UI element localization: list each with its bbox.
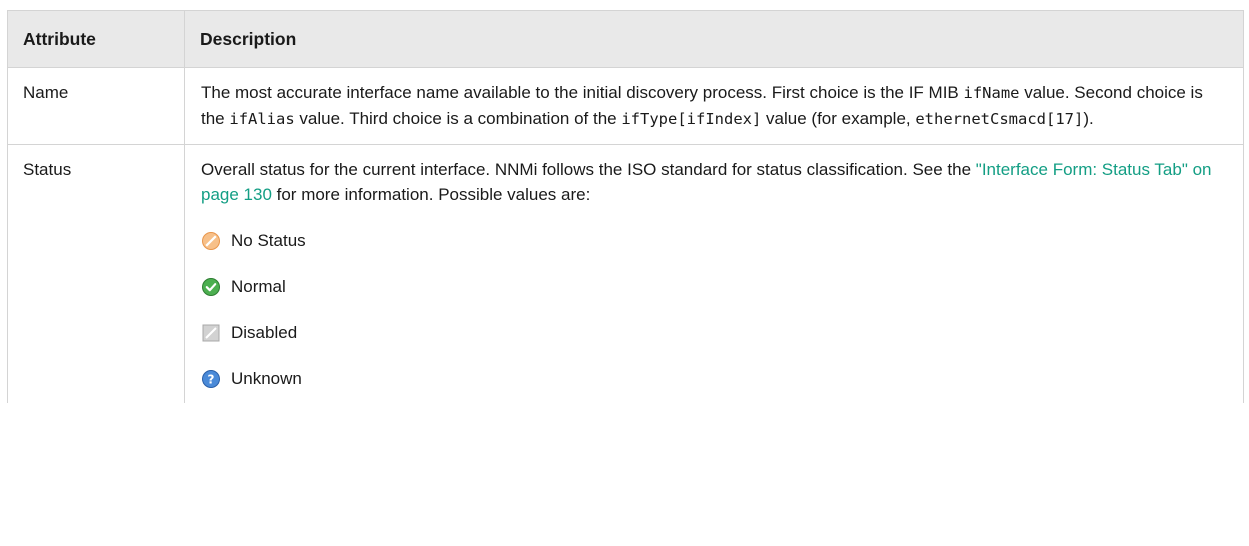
attribute-status-cell: Status: [7, 144, 185, 403]
text-span: ).: [1083, 109, 1094, 128]
code-ifalias: ifAlias: [229, 110, 295, 128]
table-row-name: Name The most accurate interface name av…: [7, 67, 1244, 145]
table-header-row: Attribute Description: [7, 10, 1244, 68]
status-value-disabled: Disabled: [201, 320, 1227, 345]
unknown-status-icon: ?: [201, 369, 221, 389]
status-label: Normal: [231, 277, 286, 296]
code-iftype: ifType[ifIndex]: [621, 110, 762, 128]
name-description-text: The most accurate interface name availab…: [201, 80, 1227, 132]
status-label: Disabled: [231, 323, 298, 342]
normal-status-icon: [201, 277, 221, 297]
attribute-name-cell: Name: [7, 67, 185, 145]
disabled-status-icon: [201, 323, 221, 343]
status-label: Unknown: [231, 369, 302, 388]
header-description: Description: [184, 10, 1244, 68]
svg-text:?: ?: [208, 372, 215, 386]
text-span: for more information. Possible values ar…: [271, 185, 591, 204]
text-span: value (for example,: [761, 109, 916, 128]
status-value-normal: Normal: [201, 274, 1227, 299]
code-example: ethernetCsmacd[17]: [915, 110, 1084, 128]
status-value-unknown: ? Unknown: [201, 366, 1227, 391]
text-span: Overall status for the current interface…: [201, 160, 976, 179]
status-value-no-status: No Status: [201, 228, 1227, 253]
code-ifname: ifName: [963, 84, 1020, 102]
text-span: The most accurate interface name availab…: [201, 83, 964, 102]
header-attribute: Attribute: [7, 10, 185, 68]
description-status-cell: Overall status for the current interface…: [184, 144, 1244, 403]
no-status-icon: [201, 231, 221, 251]
table-row-status: Status Overall status for the current in…: [7, 144, 1244, 403]
attribute-table: Attribute Description Name The most accu…: [7, 10, 1244, 403]
description-name-cell: The most accurate interface name availab…: [184, 67, 1244, 145]
status-label: No Status: [231, 231, 306, 250]
text-span: value. Third choice is a combination of …: [294, 109, 622, 128]
status-description-text: Overall status for the current interface…: [201, 157, 1227, 207]
